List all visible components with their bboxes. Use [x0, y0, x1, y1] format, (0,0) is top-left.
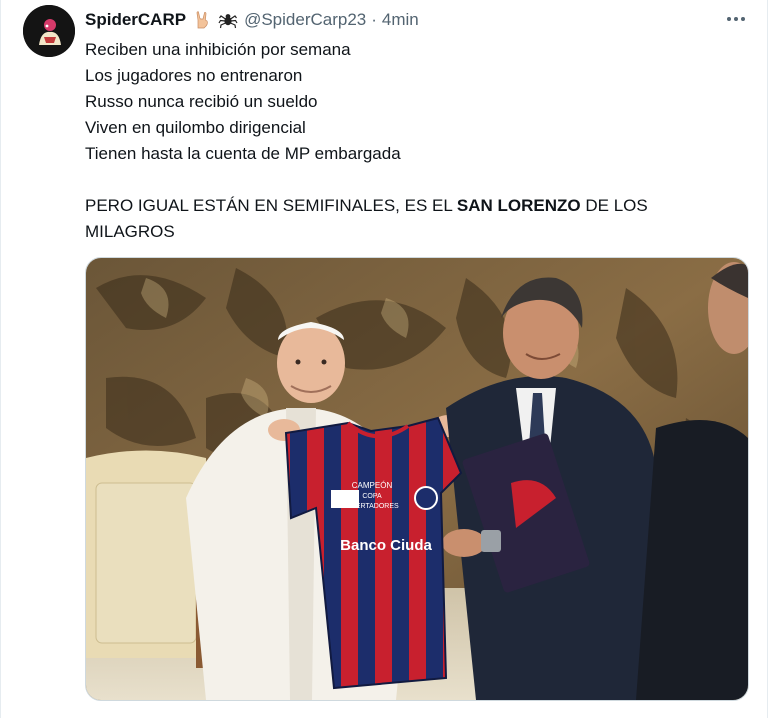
spider-icon: [218, 10, 238, 30]
jersey-text-3: LIBERTADORES: [345, 503, 399, 510]
more-dot: [741, 17, 745, 21]
tweet-line: Viven en quilombo dirigencial: [85, 118, 306, 137]
closing-bold: SAN LORENZO: [456, 196, 581, 215]
tweet-line: Russo nunca recibió un sueldo: [85, 92, 318, 111]
tweet-closing-line-2: MILAGROS: [85, 222, 175, 241]
tweet-closing-line: PERO IGUAL ESTÁN EN SEMIFINALES, ES EL S…: [85, 193, 725, 219]
photo-scene: CAMPEÓN COPA LIBERTADORES Banco Ciuda: [86, 258, 748, 700]
handle[interactable]: @SpiderCarp23: [244, 10, 366, 30]
tweet-header: SpiderCARP @SpiderCarp23 · 4min: [85, 9, 419, 31]
avatar[interactable]: [23, 5, 75, 57]
tweet-line: Tienen hasta la cuenta de MP embargada: [85, 144, 401, 163]
tweet-text: Reciben una inhibición por semana Los ju…: [85, 37, 725, 245]
closing-prefix: PERO IGUAL ESTÁN EN SEMIFINALES, ES EL: [85, 196, 457, 215]
more-dot: [727, 17, 731, 21]
rock-hand-icon: [192, 10, 212, 30]
tweet-line: Los jugadores no entrenaron: [85, 66, 303, 85]
jersey-text-2: COPA: [362, 493, 382, 500]
more-icon[interactable]: [723, 8, 749, 30]
jersey-sponsor: Banco Ciuda: [340, 537, 432, 554]
tweet-line: Reciben una inhibición por semana: [85, 40, 351, 59]
closing-suffix: DE LOS: [580, 196, 648, 215]
timestamp[interactable]: 4min: [382, 10, 419, 30]
tweet-photo[interactable]: CAMPEÓN COPA LIBERTADORES Banco Ciuda: [85, 257, 749, 701]
avatar-icon: [23, 5, 75, 57]
tweet-card[interactable]: SpiderCARP @SpiderCarp23 · 4min Reciben …: [0, 0, 768, 718]
more-dot: [734, 17, 738, 21]
display-name[interactable]: SpiderCARP: [85, 10, 186, 30]
jersey-text-1: CAMPEÓN: [352, 481, 393, 490]
separator-dot: ·: [371, 10, 377, 29]
